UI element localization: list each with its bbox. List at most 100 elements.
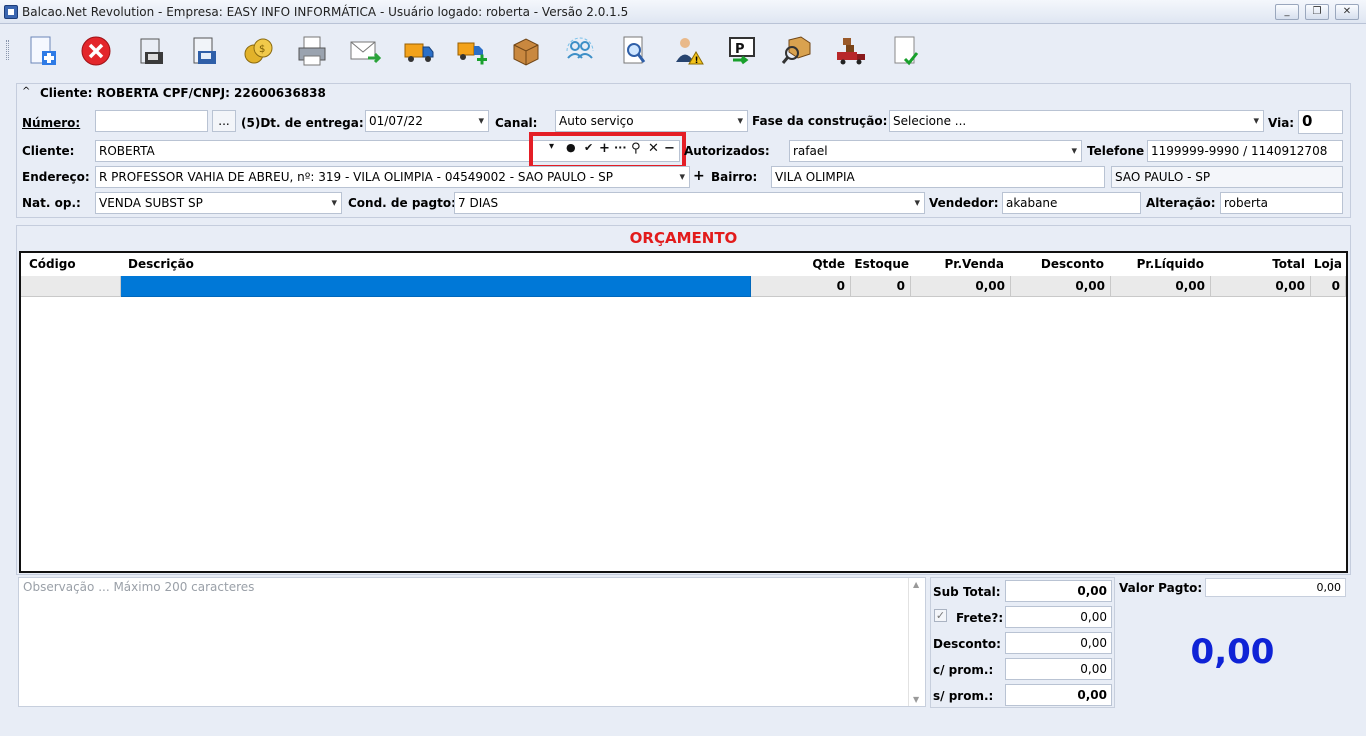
svg-text:$: $: [259, 44, 265, 55]
new-doc-icon: [30, 36, 56, 65]
delivery-icon: [837, 38, 865, 65]
observacao-scrollbar[interactable]: ▲ ▼: [908, 578, 925, 706]
truck-add-icon: [457, 42, 487, 65]
fase-label: Fase da construção:: [752, 114, 888, 128]
grand-total: 0,00: [1190, 632, 1275, 672]
col-loja[interactable]: Loja: [1309, 253, 1342, 275]
col-desconto[interactable]: Desconto: [1011, 253, 1104, 275]
canal-label: Canal:: [495, 116, 538, 130]
print-icon: [298, 36, 326, 66]
truck-icon: [404, 43, 434, 62]
restore-button[interactable]: ❐: [1305, 4, 1329, 20]
grid-title: ORÇAMENTO: [629, 229, 738, 247]
new-doc-button[interactable]: [22, 33, 62, 69]
natop-select[interactable]: VENDA SUBST SP: [95, 192, 342, 214]
save-button[interactable]: [131, 33, 171, 69]
telefone-input[interactable]: 1199999-9990 / 1140912708: [1147, 140, 1343, 162]
subtotal-value: 0,00: [1005, 580, 1112, 602]
package-search-icon: [781, 36, 811, 64]
s-prom-value: 0,00: [1005, 684, 1112, 706]
vendedor-input[interactable]: akabane: [1002, 192, 1141, 214]
email-button[interactable]: [345, 33, 385, 69]
via-input[interactable]: 0: [1298, 110, 1343, 134]
subtotal-label: Sub Total:: [933, 585, 1001, 599]
cell-descricao[interactable]: [121, 276, 751, 297]
fase-select[interactable]: Selecione ...: [889, 110, 1264, 132]
alteracao-label: Alteração:: [1146, 196, 1216, 210]
delivery-button[interactable]: [831, 33, 871, 69]
cond-select[interactable]: 7 DIAS: [454, 192, 925, 214]
box-button[interactable]: [506, 33, 546, 69]
confirm-doc-button[interactable]: [885, 33, 925, 69]
minimize-button[interactable]: _: [1275, 4, 1299, 20]
truck-button[interactable]: [399, 33, 439, 69]
col-pr-liquido[interactable]: Pr.Líquido: [1111, 253, 1204, 275]
cancel-button[interactable]: [76, 33, 116, 69]
package-search-button[interactable]: [776, 33, 816, 69]
cell-estoque[interactable]: 0: [851, 276, 911, 297]
dt-entrega-input[interactable]: 01/07/22: [365, 110, 489, 132]
users-sync-button[interactable]: [560, 33, 600, 69]
col-codigo[interactable]: Código: [29, 253, 76, 275]
highlight-box: [529, 132, 686, 169]
desconto-label: Desconto:: [933, 637, 1001, 651]
collapse-icon[interactable]: ^: [22, 86, 30, 97]
bairro-label: Bairro:: [711, 170, 758, 184]
autorizados-label: Autorizados:: [684, 144, 770, 158]
cell-desconto[interactable]: 0,00: [1011, 276, 1111, 297]
coins-button[interactable]: $: [238, 33, 278, 69]
cell-pr-venda[interactable]: 0,00: [911, 276, 1011, 297]
cell-qtde[interactable]: 0: [751, 276, 851, 297]
col-qtde[interactable]: Qtde: [751, 253, 845, 275]
col-descricao[interactable]: Descrição: [128, 253, 194, 275]
search-doc-icon: [623, 36, 646, 64]
scroll-up-icon[interactable]: ▲: [913, 580, 919, 589]
dt-entrega-label: (5)Dt. de entrega:: [241, 116, 364, 130]
cliente-label: Cliente:: [22, 144, 75, 158]
email-icon: [350, 41, 382, 64]
confirm-doc-icon: [894, 36, 919, 66]
toolbar-grip[interactable]: [6, 40, 9, 60]
s-prom-label: s/ prom.:: [933, 689, 994, 703]
scroll-down-icon[interactable]: ▼: [913, 695, 919, 704]
cell-pr-liquido[interactable]: 0,00: [1111, 276, 1211, 297]
via-label: Via:: [1268, 116, 1295, 130]
print-button[interactable]: [292, 33, 332, 69]
desconto-input[interactable]: 0,00: [1005, 632, 1112, 654]
col-pr-venda[interactable]: Pr.Venda: [911, 253, 1004, 275]
observacao-textarea[interactable]: Observação ... Máximo 200 caracteres: [18, 577, 926, 707]
frete-label: Frete?:: [956, 611, 1004, 625]
svg-text:P: P: [735, 42, 745, 57]
user-warning-button[interactable]: !: [668, 33, 708, 69]
frete-input[interactable]: 0,00: [1005, 606, 1112, 628]
items-grid[interactable]: [19, 251, 1348, 573]
bairro-input[interactable]: VILA OLIMPIA: [771, 166, 1105, 188]
vendedor-label: Vendedor:: [929, 196, 999, 210]
endereco-select[interactable]: R PROFESSOR VAHIA DE ABREU, nº: 319 - VI…: [95, 166, 690, 188]
canal-select[interactable]: Auto serviço: [555, 110, 748, 132]
truck-add-button[interactable]: [452, 33, 492, 69]
cancel-icon: [81, 36, 111, 66]
cell-total[interactable]: 0,00: [1211, 276, 1311, 297]
close-button[interactable]: ✕: [1335, 4, 1359, 20]
save-as-button[interactable]: [185, 33, 225, 69]
frete-checkbox[interactable]: ✓: [934, 609, 947, 622]
numero-input[interactable]: [95, 110, 208, 132]
autorizados-select[interactable]: rafael: [789, 140, 1082, 162]
cell-loja[interactable]: 0: [1311, 276, 1346, 297]
client-summary: Cliente: ROBERTA CPF/CNPJ: 22600636838: [40, 86, 326, 100]
box-icon: [513, 38, 539, 66]
add-address-icon[interactable]: +: [693, 168, 705, 184]
user-warning-icon: !: [676, 38, 704, 66]
window-title: Balcao.Net Revolution - Empresa: EASY IN…: [22, 5, 629, 19]
col-estoque[interactable]: Estoque: [851, 253, 909, 275]
numero-search-button[interactable]: ...: [212, 110, 236, 132]
numero-label: Número:: [22, 116, 81, 130]
report-button[interactable]: P: [722, 33, 762, 69]
c-prom-label: c/ prom.:: [933, 663, 994, 677]
col-total[interactable]: Total: [1211, 253, 1305, 275]
alteracao-input: roberta: [1220, 192, 1343, 214]
valor-pagto-input[interactable]: 0,00: [1205, 578, 1346, 597]
cell-codigo[interactable]: [21, 276, 121, 297]
search-doc-button[interactable]: [614, 33, 654, 69]
